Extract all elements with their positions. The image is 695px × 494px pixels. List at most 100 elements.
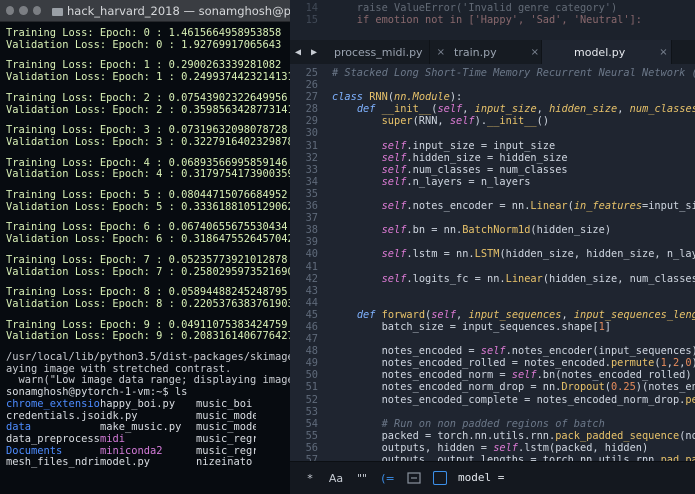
shell-prompt: sonamghosh@pytorch-1-vm:~$ ls: [6, 386, 188, 399]
terminal-window[interactable]: hack_harvard_2018 — sonamghosh@pyto Trai…: [0, 0, 290, 494]
training-loss-line: Training Loss: Epoch: 0 : 1.461566495895…: [6, 27, 282, 39]
code-line[interactable]: 45 def forward(self, input_sequences, in…: [290, 309, 695, 321]
background-code-line: 15 if emotion not in ['Happy', 'Sad', 'N…: [290, 14, 695, 26]
tab-label: model.py: [574, 45, 626, 59]
code-line[interactable]: 41: [290, 261, 695, 273]
validation-loss-line: Validation Loss: Epoch: 0 : 1.9276991706…: [6, 38, 282, 51]
line-number: 37: [305, 212, 318, 225]
code-line[interactable]: 36 self.notes_encoder = nn.Linear(in_fea…: [290, 200, 695, 212]
line-number: 40: [305, 248, 318, 261]
find-bar: * Aa "" (= model =: [290, 461, 695, 494]
validation-loss-line: Validation Loss: Epoch: 8 : 0.2205376383…: [6, 297, 290, 310]
code-text: notes_encoded = self.notes_encoder(input…: [332, 345, 695, 358]
tab-process-midi[interactable]: process_midi.py ×: [324, 40, 445, 64]
code-line[interactable]: 46 batch_size = input_sequences.shape[1]: [290, 321, 695, 333]
code-line[interactable]: 35: [290, 188, 695, 200]
code-text: # Stacked Long Short-Time Memory Recurre…: [332, 67, 695, 79]
code-line[interactable]: 28 def __init__(self, input_size, hidden…: [290, 103, 695, 115]
tab-train[interactable]: train.py ×: [430, 40, 542, 64]
regex-toggle[interactable]: (=: [380, 469, 396, 487]
line-number: 48: [305, 345, 318, 358]
highlight-matches-toggle[interactable]: [432, 469, 448, 487]
code-line[interactable]: 27 class RNN(nn.Module):: [290, 91, 695, 103]
minimize-window-icon[interactable]: [19, 6, 28, 15]
find-star-toggle[interactable]: *: [302, 469, 318, 487]
code-editor-window[interactable]: 14 raise ValueError('Invalid genre categ…: [290, 0, 695, 494]
line-number: 26: [305, 79, 318, 92]
code-line[interactable]: 32 self.hidden_size = hidden_size: [290, 152, 695, 164]
find-input[interactable]: model =: [458, 469, 578, 487]
line-number: 25: [305, 67, 318, 79]
code-area[interactable]: 25 # Stacked Long Short-Time Memory Recur…: [290, 64, 695, 466]
ls-entry: happy_boi.py: [100, 398, 176, 410]
line-number: 31: [305, 139, 318, 152]
zoom-window-icon[interactable]: [32, 6, 41, 15]
warning-line: /usr/local/lib/python3.5/dist-packages/s…: [6, 351, 290, 364]
code-line[interactable]: 26: [290, 79, 695, 91]
code-text: if emotion not in ['Happy', 'Sad', 'Neut…: [332, 14, 642, 27]
code-line[interactable]: 50 notes_encoded_norm = self.bn(notes_en…: [290, 369, 695, 381]
ls-entry: model.py: [100, 457, 151, 469]
line-number: 50: [305, 369, 318, 382]
code-line[interactable]: 56 outputs, hidden = self.lstm(packed, h…: [290, 442, 695, 454]
code-line[interactable]: 34 self.n_layers = n_layers: [290, 176, 695, 188]
code-line[interactable]: 48 notes_encoded = self.notes_encoder(in…: [290, 345, 695, 357]
validation-loss-line: Validation Loss: Epoch: 7 : 0.2580295973…: [6, 265, 290, 278]
code-line[interactable]: 47: [290, 333, 695, 345]
ls-entry: Documents: [6, 445, 63, 457]
code-line[interactable]: 53: [290, 406, 695, 418]
code-line[interactable]: 37: [290, 212, 695, 224]
code-line[interactable]: 30: [290, 127, 695, 139]
code-line[interactable]: 52 notes_encoded_complete = notes_encode…: [290, 394, 695, 406]
line-number: 49: [305, 357, 318, 370]
code-line[interactable]: 55 packed = torch.nn.utils.rnn.pack_padd…: [290, 430, 695, 442]
code-line[interactable]: 33 self.num_classes = num_classes: [290, 164, 695, 176]
terminal-output[interactable]: Training Loss: Epoch: 0 : 1.461566495895…: [0, 22, 290, 469]
code-line[interactable]: 42 self.logits_fc = nn.Linear(hidden_siz…: [290, 273, 695, 285]
ls-entry: mesh_files_ndrive.py: [6, 457, 100, 469]
tab-nav-arrows-icon[interactable]: ◀ ▶: [290, 40, 324, 64]
code-line[interactable]: 25 # Stacked Long Short-Time Memory Recur…: [290, 67, 695, 79]
line-number: 39: [305, 236, 318, 249]
code-text: notes_encoded_rolled = notes_encoded.per…: [332, 357, 695, 370]
code-line[interactable]: 39: [290, 236, 695, 248]
code-line[interactable]: 43: [290, 285, 695, 297]
terminal-title-text: hack_harvard_2018 — sonamghosh@pyto: [66, 3, 290, 18]
code-text: self.input_size = input_size: [381, 139, 556, 152]
code-line[interactable]: 38 self.bn = nn.BatchNorm1d(hidden_size): [290, 224, 695, 236]
line-number: 52: [305, 393, 318, 406]
line-number: 30: [305, 127, 318, 140]
code-line[interactable]: 40 self.lstm = nn.LSTM(hidden_size, hidd…: [290, 248, 695, 260]
close-window-icon[interactable]: [6, 6, 15, 15]
code-line[interactable]: 44: [290, 297, 695, 309]
ls-entry: music_mode: [196, 422, 256, 434]
close-icon[interactable]: ×: [659, 47, 667, 58]
ls-entry: nizeinato: [196, 457, 253, 469]
close-icon[interactable]: ×: [531, 47, 539, 58]
code-line[interactable]: 51 notes_encoded_norm_drop = nn.Dropout(…: [290, 381, 695, 393]
tab-model[interactable]: model.py ×: [542, 40, 672, 64]
validation-loss-line: Validation Loss: Epoch: 1 : 0.2499374423…: [6, 71, 290, 84]
whole-word-toggle[interactable]: "": [354, 469, 370, 487]
terminal-titlebar[interactable]: hack_harvard_2018 — sonamghosh@pyto: [0, 0, 290, 22]
code-text: self.num_classes = num_classes: [381, 163, 568, 176]
code-text: class RNN(nn.Module):: [332, 91, 463, 104]
case-sensitive-toggle[interactable]: Aa: [328, 469, 344, 487]
code-text: batch_size = input_sequences.shape[1]: [332, 320, 611, 333]
code-line[interactable]: 49 notes_encoded_rolled = notes_encoded.…: [290, 357, 695, 369]
code-line[interactable]: 29 super(RNN, self).__init__(): [290, 115, 695, 127]
line-number: 35: [305, 187, 318, 200]
code-line[interactable]: 31 self.input_size = input_size: [290, 140, 695, 152]
tab-label: train.py: [454, 45, 497, 59]
code-text: self.logits_fc = nn.Linear(hidden_size, …: [381, 272, 695, 285]
line-number: 55: [305, 429, 318, 442]
code-line[interactable]: 54 # Run on non padded regions of batch: [290, 418, 695, 430]
ls-entry: make_music.py: [100, 422, 182, 434]
ls-entry: music_regr: [196, 445, 256, 457]
line-number: 51: [305, 381, 318, 394]
line-number: 14: [305, 2, 318, 14]
line-number: 41: [305, 260, 318, 273]
ls-entry: music_boi: [196, 398, 253, 410]
line-number: 45: [305, 308, 318, 321]
in-selection-icon[interactable]: [406, 469, 422, 487]
